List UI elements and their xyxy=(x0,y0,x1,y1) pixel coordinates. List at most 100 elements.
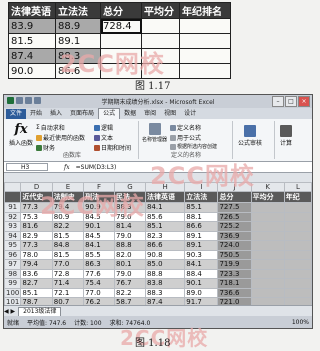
minimize-button[interactable]: – xyxy=(272,96,284,107)
cell[interactable]: 58.7 xyxy=(114,297,146,305)
cell[interactable]: 85.1 xyxy=(184,202,219,213)
column-header[interactable]: I xyxy=(184,182,219,192)
cell[interactable]: 85.0 xyxy=(144,259,186,270)
cell[interactable] xyxy=(283,268,312,279)
cell[interactable]: 89.0 xyxy=(184,287,219,298)
row-header[interactable]: 100 xyxy=(4,287,22,298)
cell[interactable] xyxy=(250,259,285,270)
snippet-cell[interactable] xyxy=(100,48,142,64)
cell[interactable]: 723.3 xyxy=(217,268,252,279)
cell[interactable] xyxy=(283,249,312,260)
cell[interactable] xyxy=(250,202,285,213)
cell[interactable]: 718.1 xyxy=(217,278,252,289)
tab-insert[interactable]: 插入 xyxy=(46,109,66,119)
header-cell[interactable]: 总分 xyxy=(217,191,252,203)
snippet-cell[interactable] xyxy=(141,18,180,34)
cell[interactable]: 71.4 xyxy=(51,278,85,289)
cell[interactable] xyxy=(283,287,312,298)
column-header[interactable]: J xyxy=(217,182,252,192)
cell[interactable]: 80.1 xyxy=(114,259,146,270)
cell[interactable]: 89.1 xyxy=(184,240,219,251)
cell[interactable]: 77.6 xyxy=(83,268,116,279)
column-header[interactable]: H xyxy=(144,182,186,192)
cell[interactable] xyxy=(283,297,312,305)
header-cell[interactable]: 刑法 xyxy=(83,191,116,203)
row-header[interactable]: 92 xyxy=(4,211,22,222)
formula-input[interactable]: =SUM(D3:L3) xyxy=(76,164,117,171)
close-button[interactable]: × xyxy=(298,96,310,107)
cell[interactable]: 77.0 xyxy=(83,287,116,298)
redo-icon[interactable] xyxy=(34,97,41,104)
cell[interactable]: 88.1 xyxy=(184,211,219,222)
cell[interactable]: 79.0 xyxy=(114,268,146,279)
cell[interactable] xyxy=(250,249,285,260)
cell[interactable]: 736.9 xyxy=(217,230,252,241)
cell[interactable]: 82.2 xyxy=(114,287,146,298)
header-cell[interactable]: 法律英语 xyxy=(144,191,186,203)
undo-icon[interactable] xyxy=(25,97,32,104)
cell[interactable]: 79.4 xyxy=(20,259,53,270)
snippet-cell[interactable]: 88.3 xyxy=(55,48,101,64)
cell[interactable] xyxy=(250,278,285,289)
logical-button[interactable]: 逻辑 xyxy=(94,123,113,132)
tab-page-layout[interactable]: 页面布局 xyxy=(66,109,98,119)
cell[interactable] xyxy=(283,230,312,241)
zoom-level[interactable]: 100% xyxy=(292,319,309,326)
snippet-cell[interactable] xyxy=(179,48,231,64)
header-cell[interactable]: 法制史 xyxy=(51,191,85,203)
cell[interactable]: 85.1 xyxy=(144,221,186,232)
cell[interactable]: 79.0 xyxy=(114,230,146,241)
tab-formulas[interactable]: 公式 xyxy=(98,108,121,119)
snippet-cell[interactable] xyxy=(141,33,180,49)
cell[interactable]: 75.4 xyxy=(83,278,116,289)
cell[interactable]: 719.9 xyxy=(217,259,252,270)
cell[interactable]: 90.8 xyxy=(144,249,186,260)
snippet-cell[interactable] xyxy=(100,33,142,49)
cell[interactable]: 72.8 xyxy=(51,268,85,279)
cell[interactable]: 84.5 xyxy=(83,211,116,222)
cell[interactable]: 77.3 xyxy=(20,240,53,251)
row-header[interactable]: 91 xyxy=(4,202,22,213)
column-header[interactable]: F xyxy=(83,182,116,192)
cell[interactable] xyxy=(283,240,312,251)
tab-data[interactable]: 数据 xyxy=(120,109,140,119)
text-button[interactable]: 文本 xyxy=(94,133,113,142)
header-cell[interactable]: 平均分 xyxy=(250,191,285,203)
row-header[interactable]: 97 xyxy=(4,259,22,270)
cell[interactable] xyxy=(283,221,312,232)
cell[interactable]: 87.4 xyxy=(144,297,186,305)
cell[interactable]: 90.1 xyxy=(83,221,116,232)
snippet-cell[interactable] xyxy=(179,18,231,34)
row-header[interactable]: 98 xyxy=(4,268,22,279)
cell[interactable]: 90.9 xyxy=(83,202,116,213)
snippet-cell[interactable]: 83.9 xyxy=(8,18,56,34)
cell[interactable]: 72.1 xyxy=(51,287,85,298)
select-all-corner[interactable] xyxy=(4,182,22,192)
cell[interactable]: 724.0 xyxy=(217,240,252,251)
row-header[interactable]: 96 xyxy=(4,249,22,260)
cell[interactable]: 750.5 xyxy=(217,249,252,260)
cell[interactable]: 725.2 xyxy=(217,221,252,232)
snippet-cell[interactable]: 88.9 xyxy=(55,18,101,34)
name-box[interactable]: H3 xyxy=(6,163,48,171)
snippet-cell[interactable]: 89.1 xyxy=(55,33,101,49)
cell[interactable]: 727.5 xyxy=(217,202,252,213)
row-header[interactable]: 94 xyxy=(4,230,22,241)
cell[interactable]: 726.5 xyxy=(217,211,252,222)
save-icon[interactable] xyxy=(16,97,23,104)
cell[interactable]: 76.2 xyxy=(83,297,116,305)
cell[interactable]: 83.8 xyxy=(144,278,186,289)
cell[interactable]: 83.6 xyxy=(20,268,53,279)
cell[interactable]: 78.7 xyxy=(20,297,53,305)
cell[interactable]: 78.0 xyxy=(20,249,53,260)
formula-audit-button[interactable]: 公式审核 xyxy=(238,125,262,147)
row-header[interactable]: 99 xyxy=(4,278,22,289)
tab-home[interactable]: 开始 xyxy=(26,109,46,119)
cell[interactable]: 79.0 xyxy=(114,211,146,222)
cell[interactable]: 86.3 xyxy=(83,259,116,270)
snippet-cell[interactable]: 87.4 xyxy=(8,48,56,64)
cell[interactable]: 84.1 xyxy=(83,240,116,251)
cell[interactable] xyxy=(250,230,285,241)
cell[interactable]: 81.4 xyxy=(114,221,146,232)
cell[interactable]: 85.6 xyxy=(144,211,186,222)
